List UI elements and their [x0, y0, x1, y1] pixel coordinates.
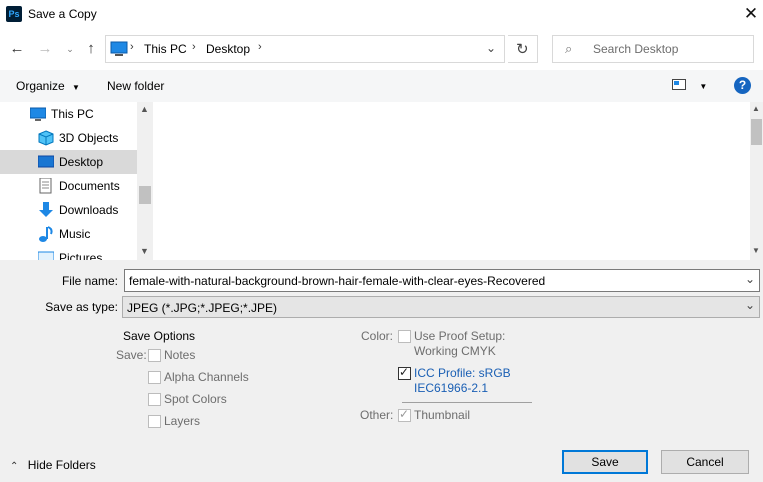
scroll-up-icon[interactable]: ▲: [140, 104, 149, 114]
save-button[interactable]: Save: [562, 450, 648, 474]
file-name-value: female-with-natural-background-brown-hai…: [129, 274, 546, 288]
proof-setup-value: Working CMYK: [414, 344, 496, 358]
download-icon: [39, 202, 53, 217]
save-panel: File name: female-with-natural-backgroun…: [0, 260, 763, 482]
thumbnail-checkbox[interactable]: [398, 407, 411, 422]
layers-checkbox[interactable]: [148, 415, 161, 428]
divider: [402, 402, 532, 403]
scroll-down-icon[interactable]: ▼: [752, 246, 760, 255]
proof-setup-label: Use Proof Setup:: [414, 329, 506, 343]
layers-label: Layers: [164, 414, 201, 428]
back-arrow-icon[interactable]: ←: [8, 40, 26, 58]
sidebar-item-3d-objects[interactable]: 3D Objects: [0, 126, 137, 150]
caret-down-icon: ▼: [699, 82, 708, 91]
scroll-down-icon[interactable]: ▼: [140, 246, 149, 256]
recent-locations-chevron-icon[interactable]: ⌄: [61, 40, 79, 58]
photoshop-app-icon: Ps: [6, 6, 22, 22]
sidebar-item-label: Desktop: [59, 155, 104, 169]
hide-folders-label: Hide Folders: [27, 458, 96, 472]
file-name-input[interactable]: female-with-natural-background-brown-hai…: [124, 269, 760, 292]
file-list[interactable]: [155, 102, 750, 260]
caret-down-icon: ▼: [72, 83, 80, 92]
organize-label: Organize: [16, 79, 65, 93]
view-icon: [672, 79, 686, 90]
hide-folders-button[interactable]: ⌃ Hide Folders: [10, 458, 96, 472]
pc-icon: [110, 41, 128, 56]
window-title: Save a Copy: [28, 7, 97, 21]
navigation-pane: This PC 3D Objects Desktop Documents Dow…: [0, 102, 153, 260]
cube-icon: [38, 130, 54, 146]
organize-button[interactable]: Organize ▼: [16, 79, 80, 93]
sidebar-item-label: Downloads: [59, 203, 119, 217]
save-label: Save:: [116, 348, 147, 362]
use-proof-setup-checkbox[interactable]: [398, 330, 411, 343]
computer-icon: [30, 107, 46, 121]
icc-profile-value: IEC61966-2.1: [414, 381, 489, 395]
search-box[interactable]: ⌕ Search Desktop: [552, 35, 754, 63]
thumbnail-label: Thumbnail: [414, 408, 471, 422]
sidebar-item-label: Pictures: [59, 251, 103, 260]
breadcrumb-separator-icon: ›: [130, 41, 134, 53]
sidebar-item-label: Music: [59, 227, 91, 241]
spot-colors-checkbox[interactable]: [148, 393, 161, 406]
icc-profile-label: ICC Profile: sRGB: [414, 366, 511, 380]
command-bar: Organize ▼ New folder ▼ ?: [0, 70, 763, 102]
address-dropdown-chevron-icon[interactable]: ⌄: [486, 41, 496, 55]
title-bar: Ps Save a Copy ✕: [0, 0, 763, 30]
chevron-down-icon[interactable]: ⌄: [745, 272, 755, 286]
scroll-up-icon[interactable]: ▲: [752, 104, 760, 113]
sidebar-item-label: 3D Objects: [59, 131, 119, 145]
file-name-label: File name:: [61, 274, 118, 288]
save-as-type-label: Save as type:: [45, 300, 118, 314]
refresh-icon: ↻: [516, 41, 529, 58]
save-options-heading: Save Options: [123, 329, 196, 343]
help-icon[interactable]: ?: [734, 77, 751, 94]
music-icon: [39, 226, 53, 242]
desktop-icon: [38, 155, 54, 168]
breadcrumb-this-pc[interactable]: This PC: [144, 42, 187, 56]
file-list-scrollbar[interactable]: ▲ ▼: [750, 102, 763, 260]
sidebar-item-label: This PC: [51, 107, 94, 121]
alpha-channels-label: Alpha Channels: [164, 370, 249, 384]
notes-checkbox[interactable]: [148, 349, 161, 362]
pictures-icon: [38, 251, 54, 260]
breadcrumb-separator-icon: ›: [258, 41, 262, 53]
forward-arrow-icon[interactable]: →: [36, 40, 54, 58]
breadcrumb-separator-icon: ›: [192, 41, 196, 53]
spot-colors-label: Spot Colors: [164, 392, 227, 406]
new-folder-button[interactable]: New folder: [107, 79, 164, 93]
search-placeholder: Search Desktop: [593, 42, 679, 56]
chevron-down-icon[interactable]: ⌄: [745, 298, 755, 312]
chevron-up-icon: ⌃: [10, 461, 19, 472]
cancel-button[interactable]: Cancel: [661, 450, 749, 474]
sidebar-scrollbar[interactable]: ▲ ▼: [137, 102, 153, 260]
address-bar[interactable]: › This PC › Desktop › ⌄: [105, 35, 505, 63]
refresh-button[interactable]: ↻: [508, 35, 538, 63]
save-as-type-select[interactable]: JPEG (*.JPG;*.JPEG;*.JPE) ⌄: [122, 296, 760, 318]
view-options-button[interactable]: ▼: [672, 79, 707, 94]
color-label: Color:: [361, 329, 394, 343]
notes-label: Notes: [164, 348, 196, 362]
scroll-thumb[interactable]: [751, 119, 762, 145]
scroll-thumb[interactable]: [139, 186, 151, 204]
sidebar-item-music[interactable]: Music: [0, 222, 137, 246]
sidebar-item-documents[interactable]: Documents: [0, 174, 137, 198]
sidebar-item-label: Documents: [59, 179, 120, 193]
save-as-type-value: JPEG (*.JPG;*.JPEG;*.JPE): [127, 301, 278, 315]
document-icon: [39, 178, 52, 194]
breadcrumb-desktop[interactable]: Desktop: [206, 42, 250, 56]
other-label: Other:: [360, 408, 394, 422]
close-icon[interactable]: ✕: [740, 3, 762, 25]
alpha-channels-checkbox[interactable]: [148, 371, 161, 384]
search-icon: ⌕: [565, 41, 573, 56]
sidebar-item-pictures[interactable]: Pictures: [0, 246, 137, 260]
up-arrow-icon[interactable]: ↑: [82, 40, 100, 58]
sidebar-item-downloads[interactable]: Downloads: [0, 198, 137, 222]
icc-profile-checkbox[interactable]: [398, 365, 411, 380]
sidebar-item-desktop[interactable]: Desktop: [0, 150, 137, 174]
sidebar-item-this-pc[interactable]: This PC: [0, 102, 137, 126]
